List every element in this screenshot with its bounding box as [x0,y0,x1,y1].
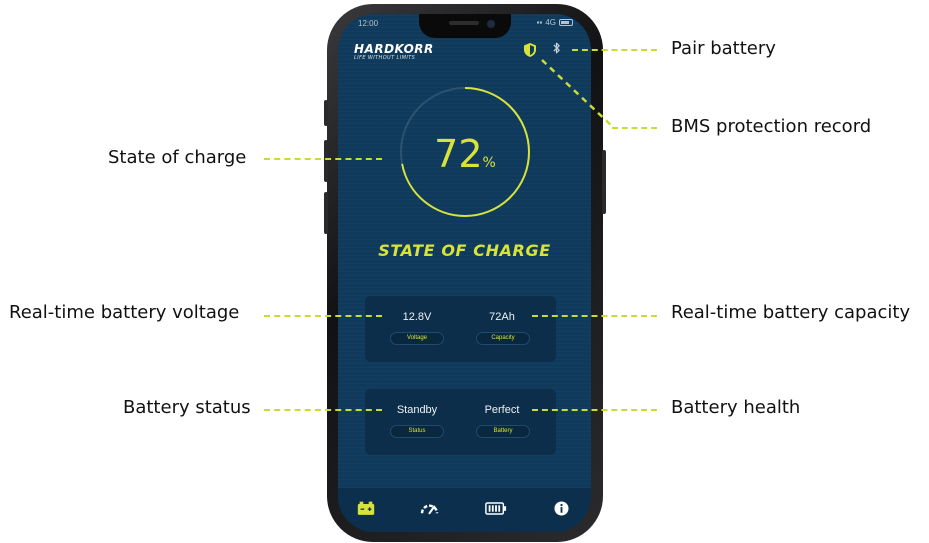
voltage-value: 12.8V [402,311,432,323]
callout-status: Battery status [123,397,251,418]
connector-state-of-charge [264,158,382,160]
battery-health-label: Battery [476,425,530,438]
status-time: 12:00 [358,19,379,28]
status-label: Status [390,425,444,438]
phone-volume-down [324,192,328,234]
connector-pair-battery [572,49,657,51]
status-value: Standby [396,404,438,416]
battery-health-value: Perfect [484,404,520,416]
callout-capacity: Real-time battery capacity [671,302,911,323]
metrics-card-electrical: 12.8V 72Ah Voltage Capacity [365,296,556,362]
battery-level-icon[interactable] [484,496,508,520]
soc-title: STATE OF CHARGE [378,241,551,260]
metrics-card-health: Standby Perfect Status Battery [365,389,556,455]
soc-number: 72 [434,132,483,176]
callout-state-of-charge: State of charge [108,147,247,168]
connector-health [532,409,657,411]
status-indicators: ▪▪ 4G [537,18,573,27]
capacity-value: 72Ah [489,311,515,323]
soc-readout: 72% [395,132,535,176]
bluetooth-icon[interactable] [552,41,561,58]
callout-voltage: Real-time battery voltage [9,302,240,323]
shield-icon[interactable] [522,42,538,58]
brand-name: HARDKORR [354,42,434,56]
callout-health: Battery health [671,397,801,418]
phone-power-button [602,150,606,214]
bottom-tab-bar [338,488,591,532]
voltage-label: Voltage [390,332,444,345]
phone-side-button [324,100,328,126]
phone-notch [419,14,511,38]
connector-bms-horizontal [612,127,657,129]
brand-logo: HARDKORR LIFE WITHOUT LIMITS [354,42,434,61]
battery-charge-icon[interactable] [354,496,378,520]
info-icon[interactable] [549,496,573,520]
network-label: 4G [545,18,556,27]
gauge-icon[interactable] [417,496,441,520]
callout-bms-protection: BMS protection record [671,116,872,137]
signal-icon: ▪▪ [536,18,543,27]
capacity-label: Capacity [476,332,530,345]
connector-status [264,409,382,411]
connector-voltage [264,315,382,317]
phone-volume-up [324,140,328,182]
status-battery-icon [559,19,573,26]
soc-unit: % [482,155,496,171]
callout-pair-battery: Pair battery [671,38,776,59]
connector-bms-diagonal [541,59,614,128]
connector-capacity [532,315,657,317]
